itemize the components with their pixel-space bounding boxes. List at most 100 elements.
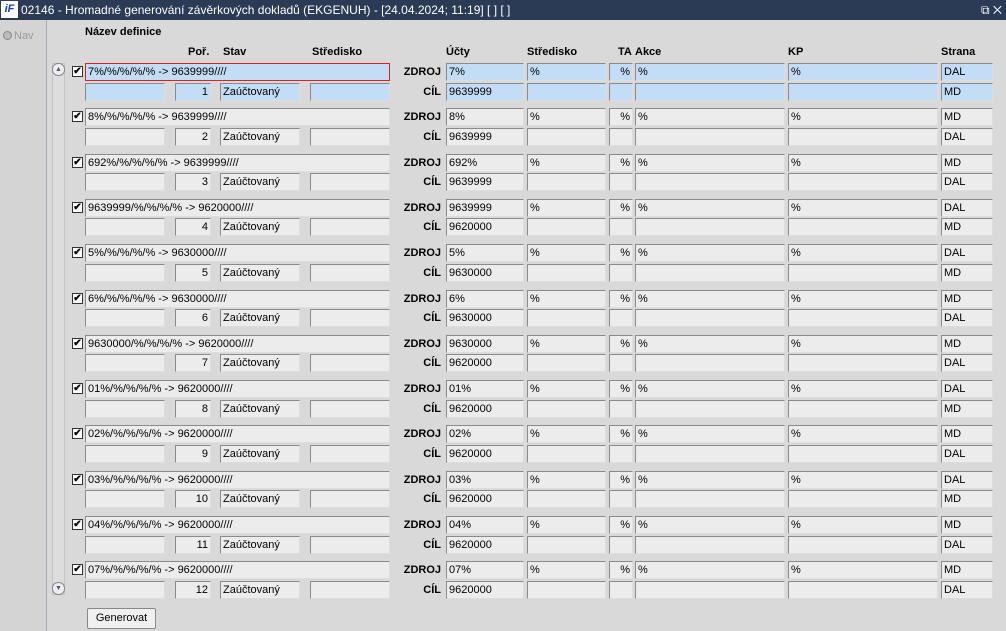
zdroj-ta-field[interactable]: % xyxy=(609,289,633,308)
cil-ucty-field[interactable]: 9620000 xyxy=(446,444,524,463)
zdroj-kp-field[interactable]: % xyxy=(788,244,938,263)
blank-field[interactable] xyxy=(85,82,165,101)
cil-ta-field[interactable] xyxy=(609,127,633,146)
stredisko-field[interactable] xyxy=(310,580,390,599)
stredisko-field[interactable] xyxy=(310,490,390,509)
cil-ta-field[interactable] xyxy=(609,354,633,373)
stredisko-field[interactable] xyxy=(310,535,390,554)
zdroj-ta-field[interactable]: % xyxy=(609,425,633,444)
cil-ta-field[interactable] xyxy=(609,490,633,509)
zdroj-kp-field[interactable]: % xyxy=(788,63,938,81)
zdroj-stredisko-field[interactable]: % xyxy=(527,334,606,353)
cil-stredisko-field[interactable] xyxy=(527,218,606,237)
cil-ta-field[interactable] xyxy=(609,580,633,599)
zdroj-ucty-field[interactable]: 6% xyxy=(446,289,524,308)
blank-field[interactable] xyxy=(85,309,165,327)
cil-stredisko-field[interactable] xyxy=(527,309,606,327)
zdroj-strana-field[interactable]: MD xyxy=(941,153,993,172)
zdroj-ta-field[interactable]: % xyxy=(609,470,633,489)
nav-radio[interactable]: Nav xyxy=(3,30,34,42)
blank-field[interactable] xyxy=(85,490,165,509)
cil-ucty-field[interactable]: 9620000 xyxy=(446,490,524,509)
cil-akce-field[interactable] xyxy=(635,82,785,101)
name-field[interactable]: 01%/%/%/%/% -> 9620000//// xyxy=(85,380,390,399)
window-controls[interactable]: ⧉ ✕ xyxy=(981,0,1002,20)
cil-kp-field[interactable] xyxy=(788,354,938,373)
zdroj-ta-field[interactable]: % xyxy=(609,108,633,127)
por-field[interactable]: 9 xyxy=(175,444,211,463)
name-field[interactable]: 6%/%/%/%/% -> 9630000//// xyxy=(85,289,390,308)
por-field[interactable]: 10 xyxy=(175,490,211,509)
cil-ucty-field[interactable]: 9620000 xyxy=(446,399,524,418)
por-field[interactable]: 12 xyxy=(175,580,211,599)
zdroj-stredisko-field[interactable]: % xyxy=(527,108,606,127)
cil-ucty-field[interactable]: 9620000 xyxy=(446,535,524,554)
cil-stredisko-field[interactable] xyxy=(527,263,606,282)
zdroj-kp-field[interactable]: % xyxy=(788,334,938,353)
zdroj-stredisko-field[interactable]: % xyxy=(527,470,606,489)
cil-ucty-field[interactable]: 9639999 xyxy=(446,127,524,146)
zdroj-strana-field[interactable]: DAL xyxy=(941,63,993,81)
cil-akce-field[interactable] xyxy=(635,580,785,599)
zdroj-akce-field[interactable]: % xyxy=(635,289,785,308)
stredisko-field[interactable] xyxy=(310,82,390,101)
zdroj-ucty-field[interactable]: 9630000 xyxy=(446,334,524,353)
cil-akce-field[interactable] xyxy=(635,490,785,509)
cil-stredisko-field[interactable] xyxy=(527,127,606,146)
cil-stredisko-field[interactable] xyxy=(527,82,606,101)
zdroj-ta-field[interactable]: % xyxy=(609,380,633,399)
blank-field[interactable] xyxy=(85,444,165,463)
cil-kp-field[interactable] xyxy=(788,490,938,509)
zdroj-akce-field[interactable]: % xyxy=(635,108,785,127)
cil-ucty-field[interactable]: 9620000 xyxy=(446,218,524,237)
cil-ucty-field[interactable]: 9639999 xyxy=(446,82,524,101)
row-checkbox[interactable]: ✔ xyxy=(72,247,83,259)
cil-stredisko-field[interactable] xyxy=(527,354,606,373)
stav-field[interactable]: Zaúčtovaný xyxy=(220,218,300,237)
zdroj-ucty-field[interactable]: 692% xyxy=(446,153,524,172)
zdroj-ucty-field[interactable]: 02% xyxy=(446,425,524,444)
name-field[interactable]: 9630000/%/%/%/% -> 9620000//// xyxy=(85,334,390,353)
name-field[interactable]: 04%/%/%/%/% -> 9620000//// xyxy=(85,516,390,534)
cil-stredisko-field[interactable] xyxy=(527,444,606,463)
zdroj-ta-field[interactable]: % xyxy=(609,153,633,172)
cil-strana-field[interactable]: MD xyxy=(941,490,993,509)
row-checkbox[interactable]: ✔ xyxy=(72,428,83,440)
cil-strana-field[interactable]: MD xyxy=(941,263,993,282)
blank-field[interactable] xyxy=(85,218,165,237)
zdroj-ta-field[interactable]: % xyxy=(609,516,633,534)
zdroj-akce-field[interactable]: % xyxy=(635,425,785,444)
cil-ucty-field[interactable]: 9620000 xyxy=(446,354,524,373)
zdroj-stredisko-field[interactable]: % xyxy=(527,198,606,217)
vertical-scrollbar[interactable]: ▲ ▼ xyxy=(52,63,65,595)
row-checkbox[interactable]: ✔ xyxy=(72,156,83,168)
blank-field[interactable] xyxy=(85,535,165,554)
zdroj-strana-field[interactable]: DAL xyxy=(941,470,993,489)
zdroj-kp-field[interactable]: % xyxy=(788,380,938,399)
cil-strana-field[interactable]: DAL xyxy=(941,444,993,463)
name-field[interactable]: 692%/%/%/%/% -> 9639999//// xyxy=(85,153,390,172)
name-field[interactable]: 9639999/%/%/%/% -> 9620000//// xyxy=(85,198,390,217)
stredisko-field[interactable] xyxy=(310,399,390,418)
cil-strana-field[interactable]: MD xyxy=(941,399,993,418)
stav-field[interactable]: Zaúčtovaný xyxy=(220,580,300,599)
stav-field[interactable]: Zaúčtovaný xyxy=(220,399,300,418)
zdroj-strana-field[interactable]: MD xyxy=(941,289,993,308)
scroll-down-icon[interactable]: ▼ xyxy=(52,582,65,595)
row-checkbox[interactable]: ✔ xyxy=(72,383,83,395)
por-field[interactable]: 4 xyxy=(175,218,211,237)
zdroj-strana-field[interactable]: MD xyxy=(941,425,993,444)
zdroj-stredisko-field[interactable]: % xyxy=(527,153,606,172)
zdroj-kp-field[interactable]: % xyxy=(788,153,938,172)
cil-ta-field[interactable] xyxy=(609,263,633,282)
cil-strana-field[interactable]: MD xyxy=(941,218,993,237)
scroll-up-icon[interactable]: ▲ xyxy=(52,63,65,76)
cil-strana-field[interactable]: DAL xyxy=(941,354,993,373)
zdroj-akce-field[interactable]: % xyxy=(635,198,785,217)
zdroj-strana-field[interactable]: DAL xyxy=(941,244,993,263)
blank-field[interactable] xyxy=(85,173,165,192)
por-field[interactable]: 8 xyxy=(175,399,211,418)
stav-field[interactable]: Zaúčtovaný xyxy=(220,535,300,554)
zdroj-stredisko-field[interactable]: % xyxy=(527,289,606,308)
cil-ta-field[interactable] xyxy=(609,173,633,192)
